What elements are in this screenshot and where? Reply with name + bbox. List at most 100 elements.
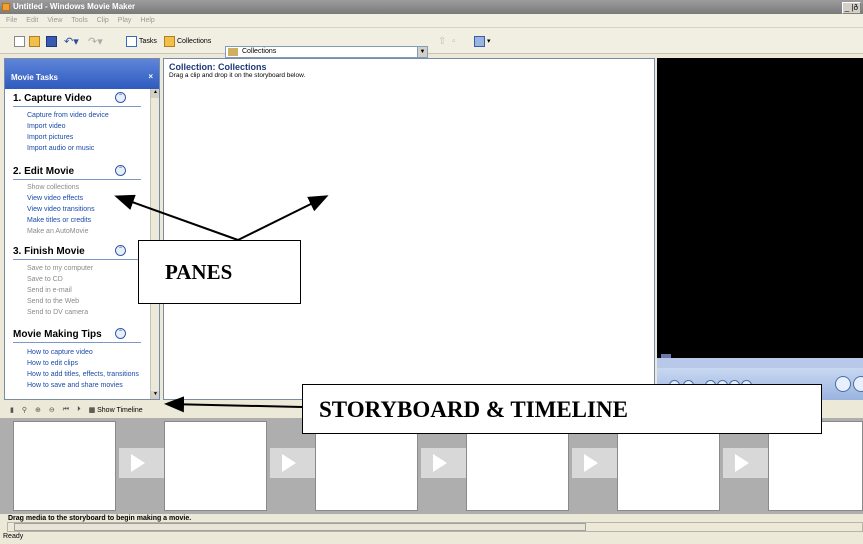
save-project-button[interactable] [46,34,59,48]
link-how-capture[interactable]: How to capture video [27,349,93,356]
collection-subtitle: Drag a clip and drop it on the storyboar… [169,72,306,79]
link-import-audio[interactable]: Import audio or music [27,145,94,152]
collection-pane[interactable]: Collection: Collections Drag a clip and … [163,58,655,400]
link-make-titles[interactable]: Make titles or credits [27,217,91,224]
link-import-video[interactable]: Import video [27,123,66,130]
dropdown-arrow-icon[interactable]: ▼ [417,47,427,57]
transition-cell[interactable] [723,448,768,478]
close-icon[interactable]: × [148,72,153,81]
storyboard-cell[interactable] [13,421,116,511]
play-storyboard-icon[interactable]: ⏵ [77,406,81,414]
section-divider [13,106,141,107]
tasks-button-label: Tasks [139,37,157,45]
tasks-header: Movie Tasks × [5,59,159,89]
link-send-web[interactable]: Send to the Web [27,298,79,305]
storyboard-cell[interactable] [768,421,863,511]
storyboard-scrollbar[interactable] [7,522,863,532]
collapse-icon[interactable]: ⌃ [115,92,126,103]
new-project-button[interactable] [14,34,27,48]
zoom-in-icon[interactable]: ⊕ [35,406,41,414]
zoom-out-icon[interactable]: ⊖ [49,406,55,414]
transition-cell[interactable] [119,448,164,478]
undo-icon: ↶▾ [64,35,79,48]
collections-dropdown-value: Collections [242,48,277,55]
storyboard-cell[interactable] [617,421,720,511]
window-controls[interactable]: _ |ð [841,2,861,14]
collections-dropdown[interactable]: Collections ▼ [225,46,428,58]
link-make-automovie[interactable]: Make an AutoMovie [27,228,88,235]
collections-button-label: Collections [177,37,212,45]
collapse-icon[interactable]: ⌃ [115,328,126,339]
show-timeline-button[interactable]: ▦ Show Timeline [89,406,143,414]
narrate-icon[interactable]: ▮ [10,406,14,414]
snapshot-icon[interactable] [853,376,863,392]
section-movie-tips[interactable]: Movie Making Tips [13,329,102,340]
link-how-add-titles[interactable]: How to add titles, effects, transitions [27,371,139,378]
undo-button[interactable]: ↶▾ [64,34,79,48]
link-send-email[interactable]: Send in e-mail [27,287,72,294]
menu-clip[interactable]: Clip [97,17,109,24]
scroll-up-icon[interactable]: ▲ [151,89,159,98]
menu-help[interactable]: Help [140,17,154,24]
open-project-button[interactable] [29,34,42,48]
link-show-collections[interactable]: Show collections [27,184,79,191]
status-bar: Ready [0,533,863,544]
link-how-edit[interactable]: How to edit clips [27,360,78,367]
open-folder-icon [29,35,40,47]
audio-levels-icon[interactable]: ⚲ [22,406,27,414]
split-clip-icon[interactable] [835,376,851,392]
link-how-save-share[interactable]: How to save and share movies [27,382,123,389]
seek-bar[interactable] [657,358,863,368]
redo-icon: ↷▾ [88,35,103,48]
link-import-pictures[interactable]: Import pictures [27,134,73,141]
preview-monitor [657,58,863,400]
collapse-icon[interactable]: ⌃ [115,165,126,176]
storyboard-message: Drag media to the storyboard to begin ma… [8,515,192,522]
tasks-title: Movie Tasks [11,73,58,82]
section-finish-movie[interactable]: 3. Finish Movie [13,246,85,257]
section-divider [13,259,141,260]
link-save-to-computer[interactable]: Save to my computer [27,265,93,272]
tasks-icon [126,35,137,47]
collections-folder-icon [164,35,175,47]
timeline-icon: ▦ [88,406,98,414]
link-capture-from-device[interactable]: Capture from video device [27,112,109,119]
transition-cell[interactable] [572,448,617,478]
storyboard-cell[interactable] [164,421,267,511]
transition-cell[interactable] [270,448,315,478]
menu-tools[interactable]: Tools [71,17,87,24]
section-edit-movie[interactable]: 2. Edit Movie [13,166,74,177]
scrollbar-thumb[interactable] [14,523,586,531]
collections-button[interactable]: Collections [164,34,211,48]
panes-callout: PANES [138,240,301,304]
collapse-icon[interactable]: ⌃ [115,245,126,256]
section-divider [13,179,141,180]
section-capture-video[interactable]: 1. Capture Video [13,93,92,104]
title-bar: Untitled - Windows Movie Maker [0,0,863,14]
toolbar: ↶▾ ↷▾ Tasks Collections ⇧ ▫ ▾ [0,28,863,54]
collection-title: Collection: Collections [169,62,267,72]
link-view-video-effects[interactable]: View video effects [27,195,83,202]
views-button[interactable]: ▾ [474,34,491,48]
menu-play[interactable]: Play [118,17,132,24]
app-icon [2,3,10,11]
new-collection-icon: ▫ [452,35,456,47]
transition-cell[interactable] [421,448,466,478]
save-disk-icon [46,35,57,47]
menu-view[interactable]: View [47,17,62,24]
up-folder-icon: ⇧ [438,35,447,47]
menu-edit[interactable]: Edit [26,17,38,24]
up-level-button[interactable]: ⇧ [438,34,446,48]
section-divider [13,342,141,343]
rewind-storyboard-icon[interactable]: ⏮ [63,406,69,414]
new-collection-button[interactable]: ▫ [452,34,456,48]
tasks-button[interactable]: Tasks [126,34,157,48]
link-send-dv-camera[interactable]: Send to DV camera [27,309,88,316]
scroll-down-icon[interactable]: ▼ [151,391,159,399]
new-file-icon [14,35,25,47]
redo-button[interactable]: ↷▾ [88,34,103,48]
menu-bar: File Edit View Tools Clip Play Help [0,14,863,28]
link-save-to-cd[interactable]: Save to CD [27,276,63,283]
menu-file[interactable]: File [6,17,17,24]
link-view-video-transitions[interactable]: View video transitions [27,206,95,213]
